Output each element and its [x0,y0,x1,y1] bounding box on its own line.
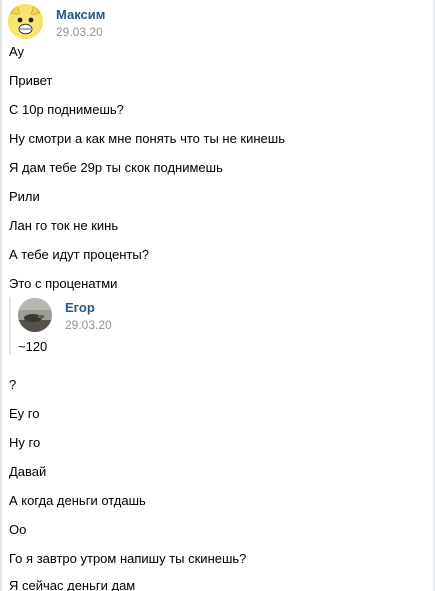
forwarded-avatar[interactable] [18,298,52,332]
message-text: Рили [9,189,40,204]
message-text: Го я завтро утром напишу ты скинешь? [9,551,247,566]
forwarded-text: ~120 [18,339,48,354]
message-text: Оо [9,522,27,537]
forwarded-quote-line [9,297,11,355]
sender-avatar[interactable] [8,4,43,39]
message-text: Еу го [9,406,40,421]
message-text: Это с проценатми [9,276,118,291]
message-page: Максим 29.03.20 Ау Привет С 10р поднимеш… [0,0,435,591]
message-header: Максим 29.03.20 [8,4,428,42]
message-text: Ну го [9,435,41,450]
yellow-cartoon-avatar-icon [8,4,43,39]
message-text: ? [9,377,17,392]
message-text: Лан го ток не кинь [9,218,119,233]
forwarded-message: Егор 29.03.20 ~120 [9,297,309,357]
left-border [0,0,2,591]
message-text: Ну смотри а как мне понять что ты не кин… [9,131,285,146]
message-text: Давай [9,464,47,479]
message-text: Ау [9,44,25,59]
message-text: Я дам тебе 29р ты скок поднимешь [9,160,223,175]
photo-avatar-icon [18,298,52,332]
message-text: А когда деньги отдашь [9,493,146,508]
message-text: Привет [9,73,53,88]
sender-name[interactable]: Максим [56,7,105,22]
sender-date[interactable]: 29.03.20 [56,25,103,39]
message-text: А тебе идут проценты? [9,247,149,262]
forwarded-sender-name[interactable]: Егор [65,300,95,315]
message-text: С 10р поднимешь? [9,102,124,117]
message-text: Я сейчас деньги дам [9,578,136,591]
forwarded-date[interactable]: 29.03.20 [65,318,112,332]
